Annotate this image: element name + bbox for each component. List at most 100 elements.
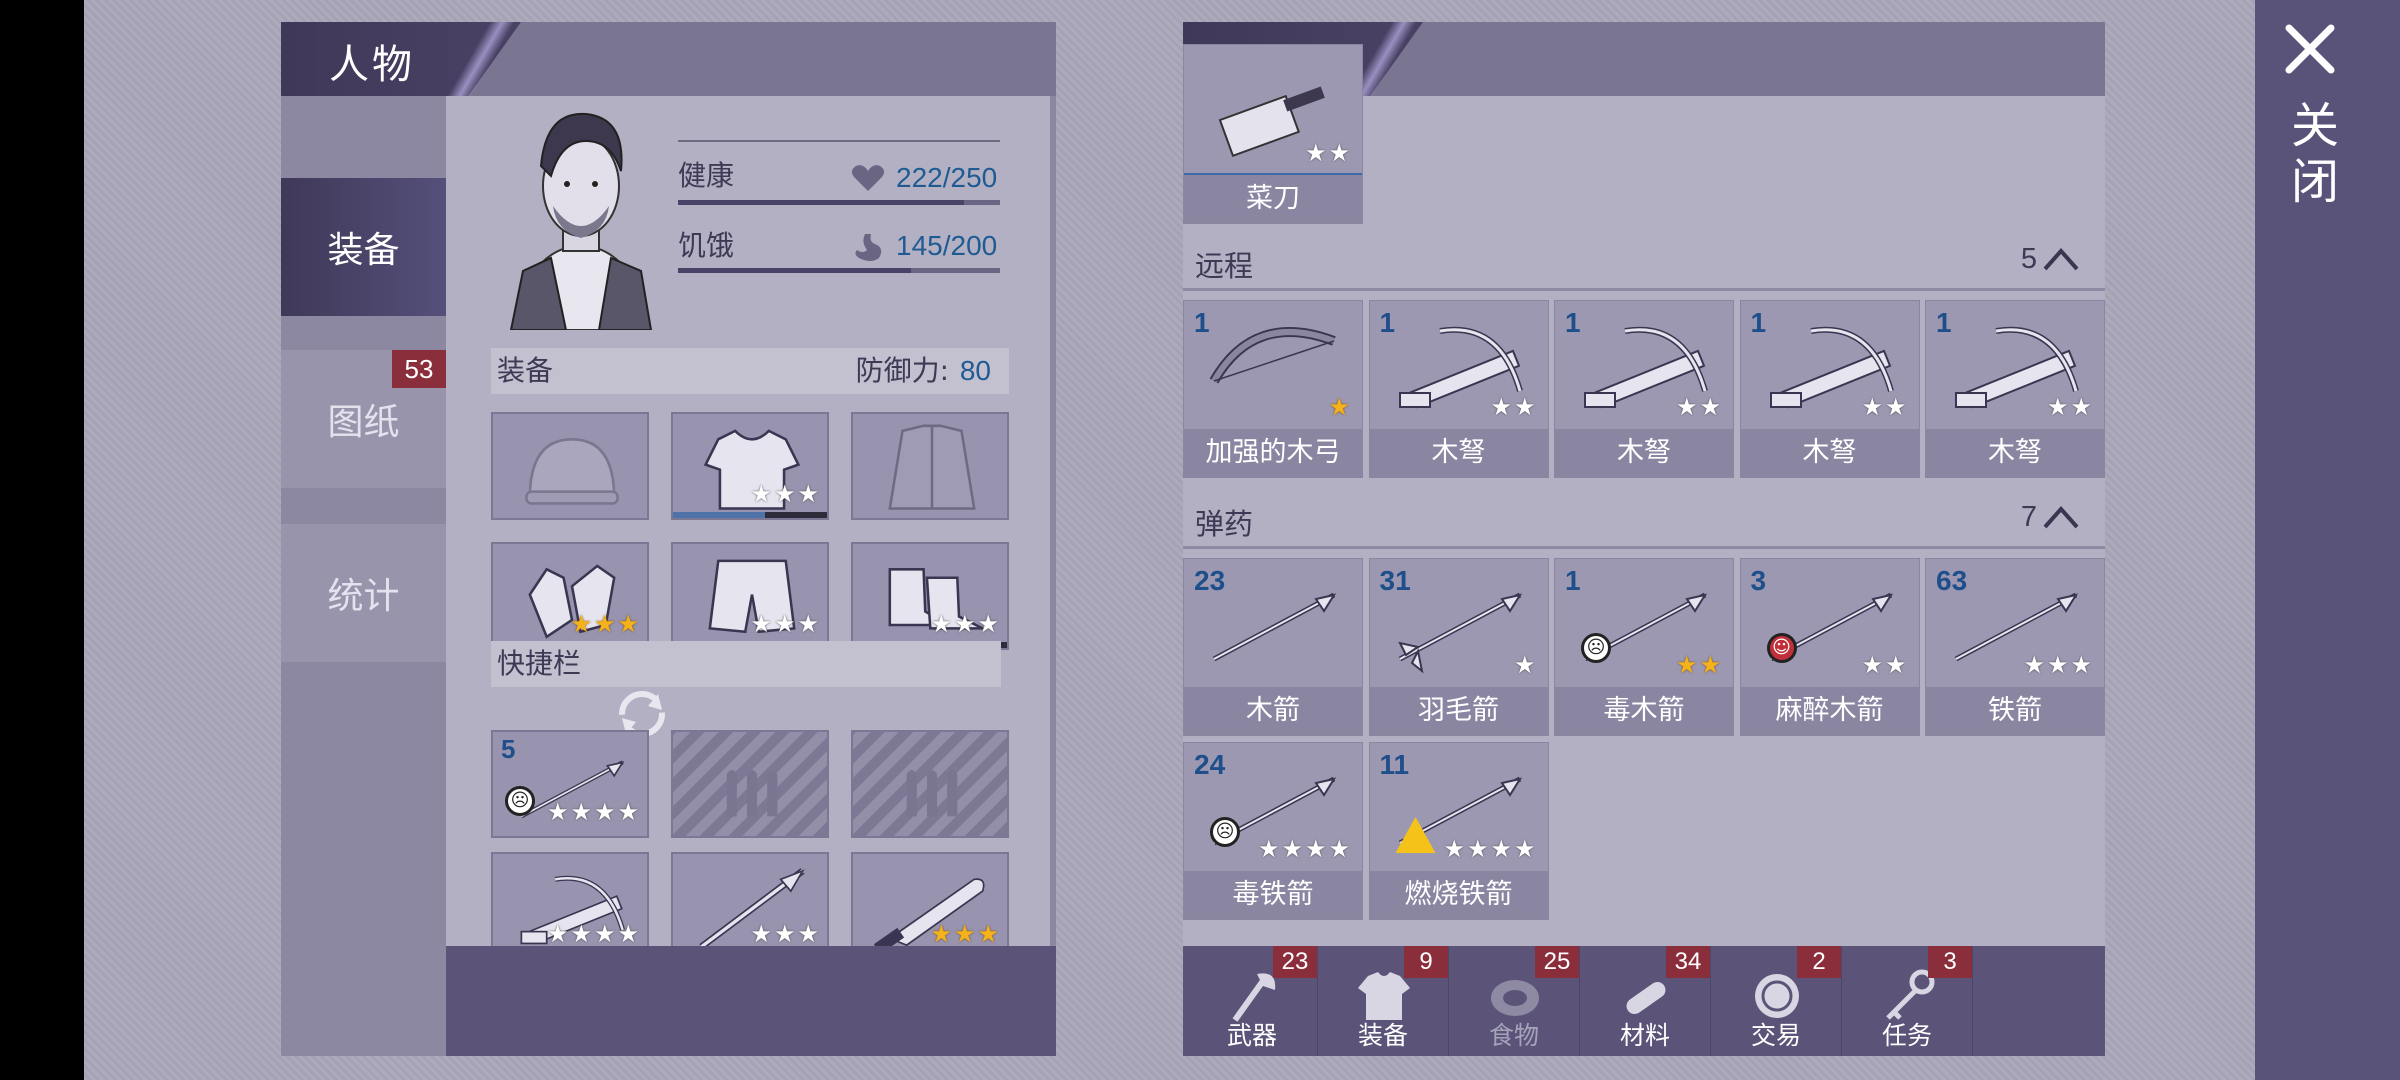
equipment-slot[interactable]: ★ ★ ★	[851, 542, 1009, 650]
category-count: 5	[2020, 243, 2037, 275]
item-label: 燃烧铁箭	[1369, 871, 1548, 919]
category-header[interactable]: 弹药 7	[1183, 489, 2105, 549]
star-icon: ★	[773, 610, 796, 638]
item-label: 菜刀	[1184, 175, 1362, 223]
warehouse-item[interactable]: 11 ★ ★ ★ ★ 燃烧铁箭	[1368, 742, 1549, 920]
character-title: 人物	[329, 42, 415, 88]
star-icon: ★	[1466, 835, 1489, 863]
bottom-tab[interactable]: 2 交易	[1711, 946, 1842, 1056]
empty-quickbar-slot[interactable]	[671, 730, 829, 838]
star-icon: ★	[930, 920, 952, 948]
slot-stars: ★ ★ ★	[750, 482, 819, 506]
equipment-slot[interactable]: ★ ★ ★	[851, 852, 1009, 960]
item-count: 1	[1936, 307, 1952, 338]
health-value: 222/250	[896, 162, 998, 193]
health-bar	[678, 200, 1000, 205]
warehouse-item[interactable]: 1 ☹ ★ ★ 毒木箭	[1554, 558, 1734, 736]
star-icon: ★	[593, 920, 616, 948]
tab-equipment[interactable]: 装备	[281, 178, 446, 316]
item-stars: ★ ★	[1676, 653, 1721, 677]
hat-icon	[525, 438, 619, 505]
close-icon[interactable]	[2283, 22, 2337, 76]
item-count: 24	[1194, 749, 1226, 780]
bottom-tab[interactable]: 3 任务	[1842, 946, 1973, 1056]
equipment-slot[interactable]	[851, 412, 1009, 520]
star-icon: ★	[773, 920, 796, 948]
star-icon: ★	[797, 920, 819, 948]
star-icon: ★	[1443, 835, 1465, 863]
star-icon: ★	[1304, 835, 1327, 863]
empty-quickbar-slot[interactable]	[851, 730, 1009, 838]
hunger-label: 饥饿	[678, 229, 735, 262]
bottom-tab[interactable]: 23 武器	[1187, 946, 1318, 1056]
close-sidebar[interactable]: 关闭	[2255, 0, 2400, 1080]
slot-stars: ★ ★ ★	[750, 612, 819, 636]
quickbar-section-header: 快捷栏	[491, 641, 1001, 687]
empty-slot-icon	[726, 769, 778, 817]
item-label: 木箭	[1184, 687, 1362, 735]
bottom-tab-label: 材料	[1619, 1021, 1670, 1050]
item-stars: ★ ★	[2047, 395, 2092, 419]
equipment-slot[interactable]: ★ ★ ★	[671, 542, 829, 650]
star-icon: ★	[570, 610, 592, 638]
item-count: 31	[1379, 565, 1411, 596]
empty-slot-icon	[906, 769, 958, 817]
character-portrait	[509, 112, 653, 330]
item-stars: ★	[1328, 395, 1350, 419]
warehouse-item[interactable]: 1 ★ ★ 木弩	[1554, 300, 1734, 478]
bottom-tab[interactable]: 25 食物	[1449, 946, 1580, 1056]
warehouse-item[interactable]: 3 ☺ ★ ★ 麻醉木箭	[1739, 558, 1920, 736]
star-icon: ★	[1884, 393, 1907, 421]
chevron-up-icon[interactable]	[2041, 241, 2081, 277]
item-count: 1	[1750, 307, 1767, 338]
warehouse-item[interactable]: 24 ☹ ★ ★ ★ ★ 毒铁箭	[1183, 742, 1363, 920]
warehouse-item[interactable]: 1 ★ ★ 木弩	[1925, 300, 2105, 478]
category-count: 7	[2020, 501, 2037, 533]
category-header[interactable]: 远程 5	[1183, 231, 2105, 291]
equipment-slot[interactable]: ★ ★ ★	[671, 412, 829, 520]
slot-stars: ★ ★ ★	[570, 612, 639, 636]
warehouse-item[interactable]: 63 ★ ★ ★ 铁箭	[1925, 558, 2105, 736]
equipment-slot[interactable]: ★ ★ ★ ★	[491, 852, 649, 960]
star-icon: ★	[1490, 835, 1512, 863]
equipment-slot[interactable]: ★ ★ ★	[491, 542, 649, 650]
defense-label: 防御力:	[855, 354, 949, 387]
heart-icon	[851, 165, 885, 191]
category-name: 弹药	[1195, 507, 1254, 541]
equipment-slot[interactable]	[491, 412, 649, 520]
item-label: 毒铁箭	[1184, 871, 1362, 919]
equipment-slot[interactable]: 5 ☹ ★ ★ ★ ★	[491, 730, 649, 838]
tab-blueprints[interactable]: 图纸 53	[281, 350, 446, 488]
close-label[interactable]: 关闭	[2282, 100, 2345, 212]
item-stars: ★ ★	[1861, 395, 1906, 419]
item-stars: ★	[1514, 653, 1536, 677]
stomach-icon	[855, 234, 882, 261]
star-icon: ★	[593, 610, 616, 638]
warehouse-item[interactable]: 1 ★ ★ 木弩	[1368, 300, 1549, 478]
warehouse-item[interactable]: 1 ★ ★ 木弩	[1739, 300, 1920, 478]
bottom-tab[interactable]: 9 装备	[1318, 946, 1449, 1056]
bottom-tab-label: 食物	[1488, 1021, 1539, 1050]
item-label: 木弩	[1926, 429, 2104, 477]
bottom-tab[interactable]: 34 材料	[1580, 946, 1711, 1056]
warehouse-item[interactable]: 1 ★ 加强的木弓	[1183, 300, 1363, 478]
warehouse-item[interactable]: 23 木箭	[1183, 558, 1363, 736]
star-icon: ★	[930, 610, 952, 638]
tab-count-badge: 23	[1273, 946, 1317, 978]
chevron-up-icon[interactable]	[2041, 499, 2081, 535]
item-stars: ★ ★ ★ ★	[1443, 837, 1535, 861]
star-icon: ★	[593, 798, 616, 826]
warehouse-item[interactable]: 31 ★ 羽毛箭	[1368, 558, 1549, 736]
warehouse-panel: 仓库 ★★ 菜刀 远程5 1★加强的木弓 1★★木弩	[1183, 22, 2105, 1056]
equipment-slot[interactable]: ★ ★ ★	[671, 852, 829, 960]
star-icon: ★	[617, 920, 639, 948]
star-icon: ★	[1699, 393, 1721, 421]
game-screen: 人物 装备 图纸 53 统计 健康 222/250 饥饿 145/200 装备 …	[84, 0, 2255, 1080]
quickbar-section-label: 快捷栏	[497, 647, 582, 680]
item-cleaver[interactable]: ★ ★ 菜刀	[1183, 44, 1363, 224]
tab-statistics[interactable]: 统计	[281, 524, 446, 662]
star-icon: ★	[953, 920, 976, 948]
poison-status-icon: ☹	[1581, 633, 1611, 663]
slot-stars: ★ ★ ★ ★	[547, 922, 639, 946]
health-label: 健康	[678, 159, 735, 192]
